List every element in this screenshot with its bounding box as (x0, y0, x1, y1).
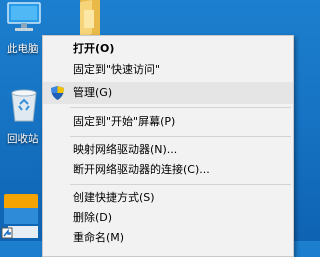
menu-separator (70, 107, 291, 108)
menu-item-disconnect-network-drive[interactable]: 断开网络驱动器的连接(C)... (43, 159, 293, 181)
menu-item-pin-quick-access[interactable]: 固定到"快速访问" (43, 59, 293, 81)
menu-item-map-network-drive[interactable]: 映射网络驱动器(N)... (43, 139, 293, 161)
menu-item-manage[interactable]: 管理(G) (43, 82, 293, 104)
menu-separator (70, 136, 291, 137)
menu-item-label: 断开网络驱动器的连接(C)... (73, 163, 210, 176)
menu-item-create-shortcut[interactable]: 创建快捷方式(S) (43, 187, 293, 209)
menu-item-label: 映射网络驱动器(N)... (73, 143, 178, 156)
menu-item-label: 打开(O) (73, 42, 115, 55)
menu-item-label: 管理(G) (73, 86, 113, 99)
menu-item-open[interactable]: 打开(O) (43, 38, 293, 60)
uac-shield-icon (51, 86, 64, 100)
menu-item-label: 固定到"开始"屏幕(P) (73, 115, 176, 128)
menu-item-label: 删除(D) (73, 211, 113, 224)
folder-icon (80, 0, 100, 38)
menu-item-label: 重命名(M) (73, 231, 125, 244)
context-menu: 打开(O) 固定到"快速访问" 管理(G) 固定到"开始"屏幕(P) 映射网络驱… (42, 35, 294, 257)
desktop-icon-this-pc[interactable]: 此电脑 (0, 0, 46, 60)
desktop-icon-label: 此电脑 (7, 43, 39, 55)
menu-item-delete[interactable]: 删除(D) (43, 207, 293, 229)
menu-separator (70, 184, 291, 185)
menu-item-label: 创建快捷方式(S) (73, 191, 155, 204)
this-pc-icon (7, 2, 41, 31)
menu-item-label: 固定到"快速访问" (73, 63, 161, 76)
menu-item-rename[interactable]: 重命名(M) (43, 227, 293, 249)
recycle-bin-icon (11, 89, 37, 122)
desktop-icon-folder[interactable] (58, 0, 102, 40)
desktop-icon-label: 回收站 (7, 133, 39, 145)
menu-item-pin-start[interactable]: 固定到"开始"屏幕(P) (43, 111, 293, 133)
desktop-icon-recycle-bin[interactable]: 回收站 (0, 88, 46, 148)
